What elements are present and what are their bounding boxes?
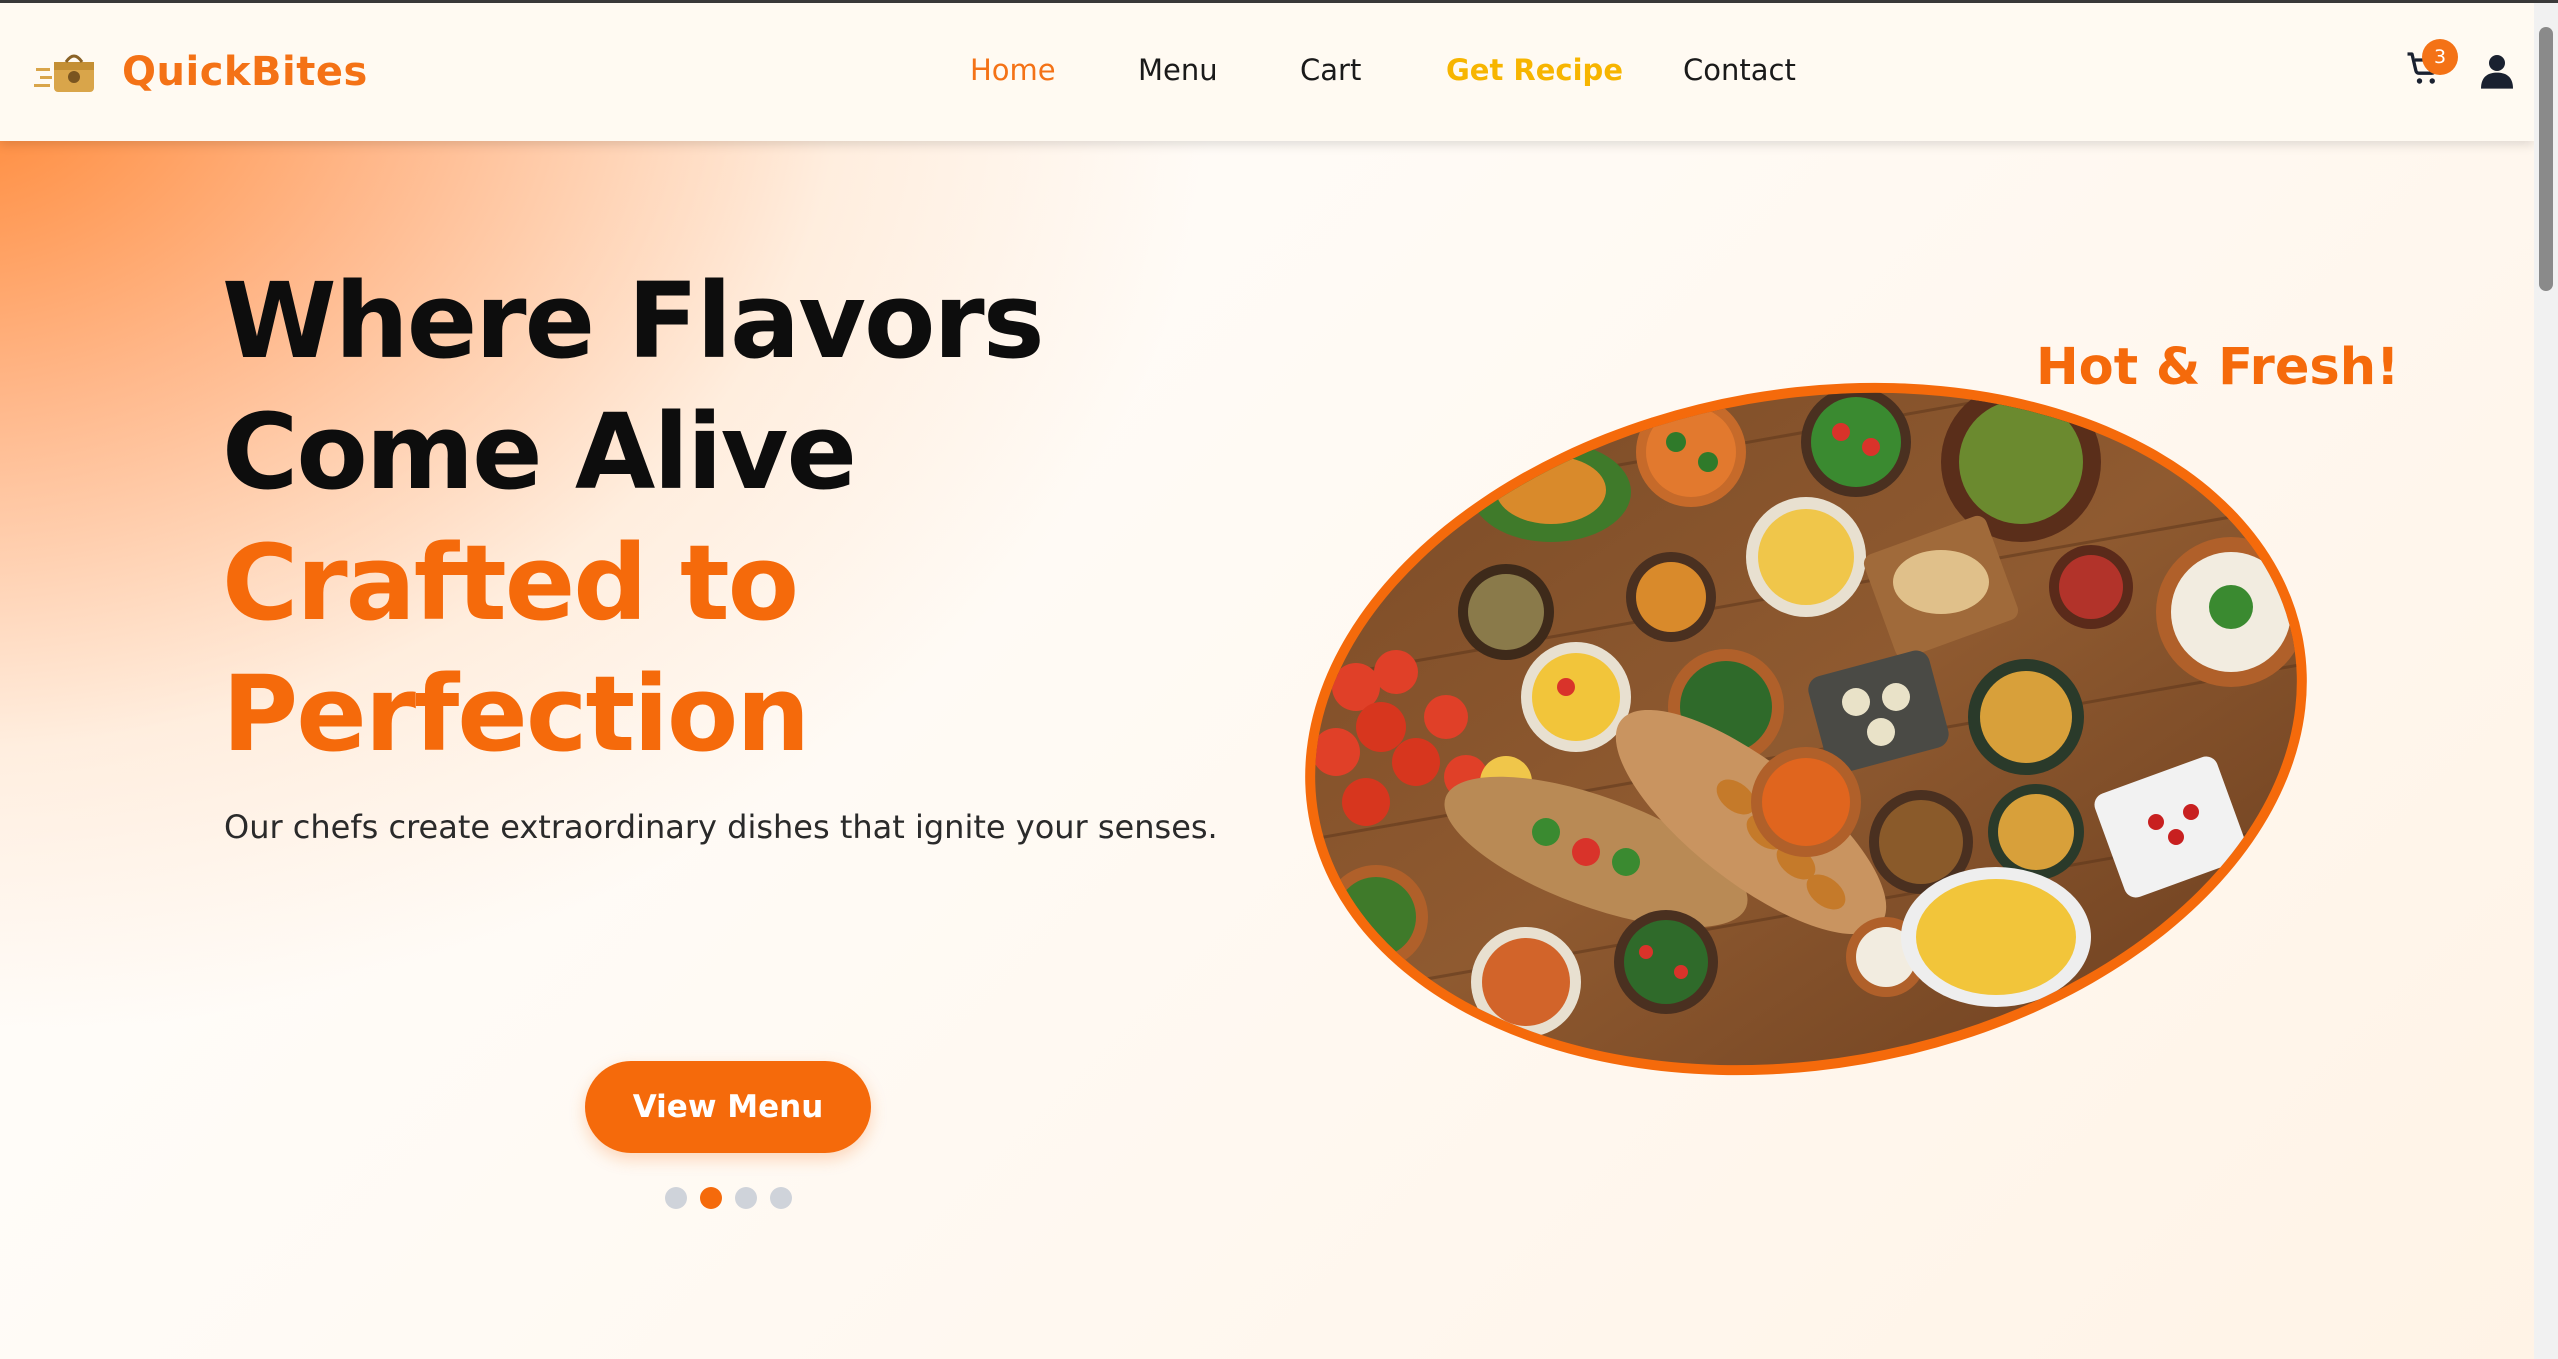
- carousel-dot-1[interactable]: [665, 1187, 687, 1209]
- hero-title-line-1: Where Flavors: [222, 260, 1045, 382]
- nav-cart[interactable]: Cart: [1300, 53, 1361, 87]
- hero-title-line-2: Come Alive: [222, 391, 857, 513]
- hero-title-line-3: Crafted to: [222, 522, 799, 644]
- main-nav: Home Menu Cart Get Recipe Contact: [0, 3, 2534, 141]
- nav-home[interactable]: Home: [970, 53, 1056, 87]
- cart-count-badge: 3: [2422, 39, 2458, 75]
- user-icon: [2481, 55, 2513, 89]
- hero-title-line-4: Perfection: [222, 653, 810, 775]
- hero-title: Where Flavors Come Alive Crafted to Perf…: [222, 256, 1045, 780]
- carousel-dot-4[interactable]: [770, 1187, 792, 1209]
- scrollbar-thumb[interactable]: [2539, 27, 2553, 291]
- user-account-button[interactable]: [2481, 53, 2517, 93]
- carousel-dot-2[interactable]: [700, 1187, 722, 1209]
- view-menu-button[interactable]: View Menu: [585, 1061, 871, 1153]
- hero-subtitle: Our chefs create extraordinary dishes th…: [224, 808, 1218, 846]
- carousel-dot-3[interactable]: [735, 1187, 757, 1209]
- vertical-scrollbar[interactable]: [2534, 3, 2558, 1359]
- food-spread-image: [1296, 382, 2316, 1076]
- page: QuickBites Home Menu Cart Get Recipe Con…: [0, 0, 2558, 1359]
- hot-fresh-tag: Hot & Fresh!: [2036, 338, 2400, 397]
- nav-get-recipe[interactable]: Get Recipe: [1446, 53, 1623, 87]
- nav-contact[interactable]: Contact: [1683, 53, 1796, 87]
- navbar: QuickBites Home Menu Cart Get Recipe Con…: [0, 3, 2534, 141]
- nav-menu[interactable]: Menu: [1138, 53, 1218, 87]
